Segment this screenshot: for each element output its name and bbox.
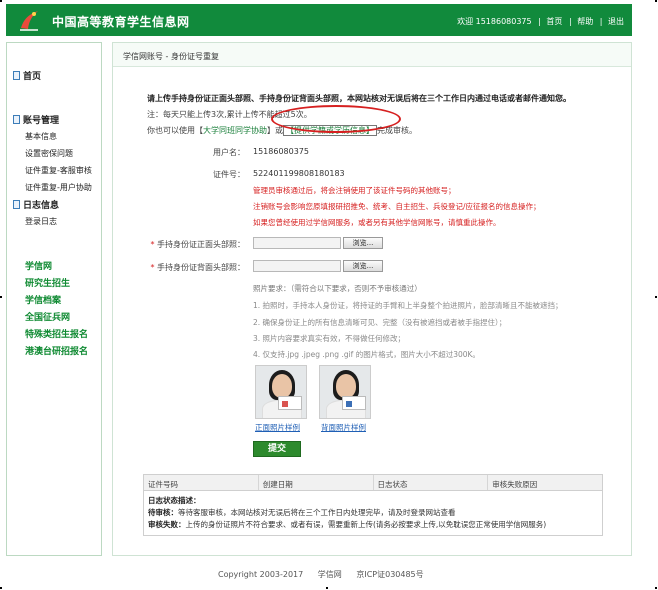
footer-icp[interactable]: 京ICP证030485号 [356,570,423,579]
front-photo-label: * 手持身份证正面头部照： [150,240,245,249]
footer-copyright: Copyright 2003-2017 [218,570,304,579]
sidebar-item-security-question[interactable]: 设置密保问题 [25,148,73,159]
intro-instruction: 请上传手持身份证正面头部照、手持身份证背面头部照，本网站核对无误后将在三个工作日… [147,94,571,103]
sidebar-item-id-duplicate-service[interactable]: 证件重复-客服审核 [25,165,92,176]
sidebar: 首页 账号管理 基本信息 设置密保问题 证件重复-客服审核 证件重复-用户协助 … [6,42,102,556]
log-table: 证件号码 创建日期 日志状态 审核失败原因 日志状态描述： 待审核：等待客服审核… [143,474,603,536]
document-icon [13,115,20,124]
corner-mark [0,0,2,2]
top-header: 中国高等教育学生信息网 欢迎 15186080375 | 首页 | 帮助 | 退… [6,4,632,36]
front-sample-link[interactable]: 正面照片样例 [255,422,300,433]
divider: | [599,17,603,26]
breadcrumb: 学信网账号 - 身份证号重复 [123,52,219,61]
column-header: 创建日期 [259,475,374,490]
footer-site-link[interactable]: 学信网 [318,570,342,579]
sidebar-item-home[interactable]: 首页 [13,69,41,82]
back-sample-link[interactable]: 背面照片样例 [321,422,366,433]
front-photo-input[interactable] [253,237,341,249]
document-icon [13,71,20,80]
column-header: 审核失败原因 [492,480,538,489]
sidebar-link-graduate[interactable]: 研究生招生 [25,276,70,289]
id-label: 证件号： [213,170,245,179]
divider: | [538,17,541,26]
top-link-logout[interactable]: 退出 [608,17,624,26]
sidebar-link-conscription[interactable]: 全国征兵网 [25,310,70,323]
column-header: 日志状态 [374,475,489,490]
warning-line: 如果您曾经使用过学信网服务，或者另有其他学信网账号，请慎重此操作。 [253,218,501,227]
username-value: 15186080375 [253,147,309,156]
username-label: 用户名： [213,148,245,157]
annotation-circle [271,105,401,133]
front-sample-photo [255,365,307,419]
corner-mark [655,0,657,2]
top-links: 欢迎 15186080375 | 首页 | 帮助 | 退出 [454,16,624,27]
sidebar-item-basic-info[interactable]: 基本信息 [25,131,57,142]
top-link-help[interactable]: 帮助 [577,17,593,26]
sidebar-item-login-log[interactable]: 登录日志 [25,216,57,227]
warning-line: 注销账号会影响您原填报研招推免、统考、自主招生、兵役登记/应征报名的信息操作； [253,202,541,211]
main-panel: 学信网账号 - 身份证号重复 请上传手持身份证正面头部照、手持身份证背面头部照，… [112,42,632,556]
top-link-home[interactable]: 首页 [546,17,562,26]
back-browse-button[interactable]: 浏览... [343,260,383,272]
sidebar-link-hmt[interactable]: 港澳台研招报名 [25,344,88,357]
classmate-assist-link[interactable]: 大学同班同学协助 [203,126,267,135]
requirement-item: 1. 拍照时，手持本人身份证，将持证的手臂和上半身整个拍进照片，脸部清晰且不能被… [253,301,563,310]
id-value: 522401199808180183 [253,169,345,178]
corner-mark [0,296,2,298]
warning-line: 管理员审核通过后，将会注销使用了该证件号码的其他账号； [253,186,456,195]
main-title-bar: 学信网账号 - 身份证号重复 [113,43,631,67]
requirement-item: 3. 照片内容要求真实有效，不得做任何修改； [253,334,406,343]
photo-requirements-title: 照片要求：（需符合以下要求，否则不予审核通过） [253,284,422,293]
log-status-description: 日志状态描述： 待审核：等待客服审核，本网站核对无误后将在三个工作日内处理完毕，… [148,496,547,529]
sidebar-link-archive[interactable]: 学信档案 [25,293,61,306]
sidebar-section-log: 日志信息 [13,198,59,211]
corner-mark [655,296,657,298]
site-title: 中国高等教育学生信息网 [52,15,190,29]
corner-mark [655,587,657,589]
back-photo-label: * 手持身份证背面头部照： [150,263,245,272]
corner-mark [0,587,2,589]
requirement-item: 2. 确保身份证上的所有信息清晰可见、完整（没有被遮挡或者被手指捏住）； [253,318,507,327]
back-photo-input[interactable] [253,260,341,272]
back-sample-photo [319,365,371,419]
site-logo-icon[interactable] [18,8,40,32]
welcome-text: 欢迎 15186080375 [457,17,532,26]
sidebar-link-chsi[interactable]: 学信网 [25,259,52,272]
document-icon [13,200,20,209]
corner-mark [326,587,328,589]
submit-button[interactable]: 提交 [253,441,301,457]
requirement-item: 4. 仅支持.jpg .jpeg .png .gif 的图片格式，图片大小不超过… [253,350,480,359]
footer: Copyright 2003-2017 学信网 京ICP证030485号 [218,569,436,580]
divider: | [568,17,572,26]
column-header: 证件号码 [144,475,259,490]
sidebar-section-account: 账号管理 [13,113,59,126]
sidebar-link-special[interactable]: 特殊类招生报名 [25,327,88,340]
front-browse-button[interactable]: 浏览... [343,237,383,249]
log-table-header: 证件号码 创建日期 日志状态 审核失败原因 [144,475,602,491]
sidebar-item-id-duplicate-assist[interactable]: 证件重复-用户协助 [25,182,92,193]
